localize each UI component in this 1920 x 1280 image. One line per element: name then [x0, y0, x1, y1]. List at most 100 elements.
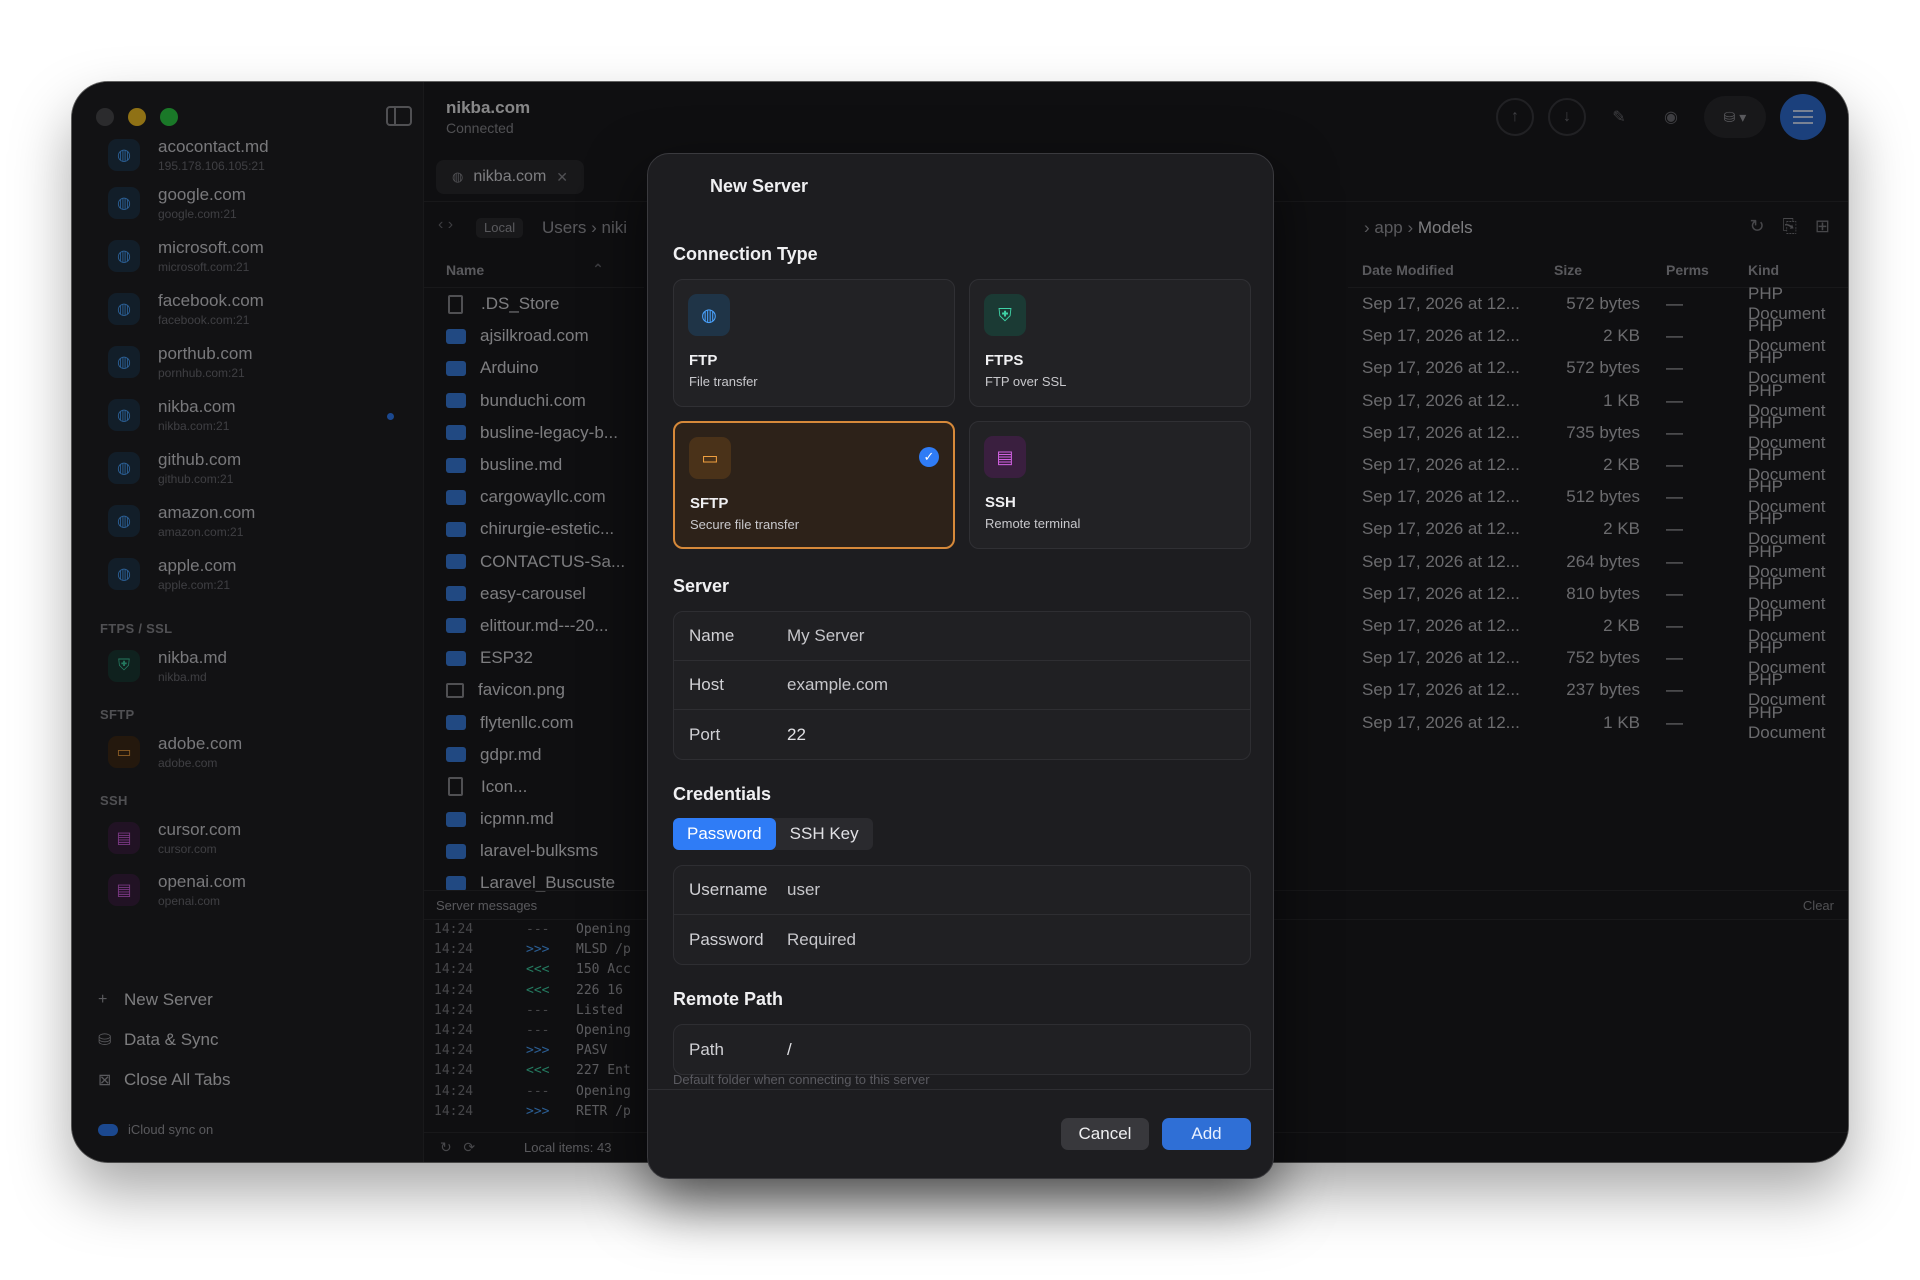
- globe-icon: ◍: [108, 504, 140, 537]
- perms-cell: —: [1666, 583, 1683, 603]
- toolbar: ↑ ↓ ✎ ◉ ⛁ ▾: [1496, 94, 1826, 140]
- nav-arrows-icon[interactable]: ‹ ›: [438, 216, 453, 234]
- eye-icon[interactable]: ◉: [1652, 98, 1690, 136]
- data-sync-button[interactable]: ⛁ Data & Sync: [98, 1020, 230, 1060]
- new-server-button[interactable]: + New Server: [98, 980, 230, 1020]
- tab-nikba[interactable]: ◍ nikba.com ✕: [436, 160, 584, 194]
- server-item-amazon-com[interactable]: ◍ amazon.com amazon.com:21: [72, 494, 424, 547]
- connection-type-ssh[interactable]: ▤ SSH Remote terminal: [969, 421, 1251, 549]
- local-file-row[interactable]: chirurgie-estetic...: [424, 513, 644, 545]
- download-icon[interactable]: ↓: [1548, 98, 1586, 136]
- server-item-apple-com[interactable]: ◍ apple.com apple.com:21: [72, 547, 424, 600]
- port-input[interactable]: 22: [787, 725, 806, 745]
- server-address: microsoft.com:21: [158, 259, 250, 274]
- sidebar-toggle-icon[interactable]: [386, 106, 412, 126]
- local-file-row[interactable]: ESP32: [424, 642, 644, 674]
- close-tab-icon[interactable]: ✕: [556, 169, 568, 186]
- column-header-perms[interactable]: Perms: [1646, 262, 1742, 278]
- local-file-row[interactable]: laravel-bulksms: [424, 835, 644, 867]
- local-file-row[interactable]: CONTACTUS-Sa...: [424, 546, 644, 578]
- local-file-row[interactable]: ajsilkroad.com: [424, 320, 644, 352]
- crumb-models[interactable]: Models: [1418, 218, 1473, 237]
- clear-log-button[interactable]: Clear: [1803, 898, 1834, 913]
- server-item-cursor-com[interactable]: ▤ cursor.com cursor.com: [72, 812, 424, 864]
- cancel-button[interactable]: Cancel: [1061, 1118, 1149, 1150]
- local-file-row[interactable]: favicon.png: [424, 674, 644, 706]
- server-name: openai.com: [158, 872, 246, 891]
- dialog-footer: Cancel Add: [648, 1089, 1273, 1178]
- server-name: nikba.md: [158, 648, 227, 667]
- server-address: nikba.md: [158, 670, 207, 684]
- host-input[interactable]: example.com: [787, 675, 888, 695]
- crumb-app[interactable]: app: [1374, 218, 1402, 237]
- server-item-partial[interactable]: ◍ acocontact.md 195.178.106.105:21: [72, 134, 424, 176]
- server-item-adobe-com[interactable]: ▭ adobe.com adobe.com: [72, 726, 424, 778]
- server-item-nikba-com[interactable]: ◍ nikba.com nikba.com:21: [72, 388, 424, 441]
- server-item-google-com[interactable]: ◍ google.com google.com:21: [72, 176, 424, 229]
- column-header-date[interactable]: Date Modified: [1348, 262, 1534, 278]
- new-file-icon[interactable]: ⎘: [1783, 216, 1797, 237]
- local-file-row[interactable]: Icon...: [424, 771, 644, 803]
- path-input[interactable]: /: [787, 1040, 792, 1060]
- server-item-porthub-com[interactable]: ◍ porthub.com pornhub.com:21: [72, 335, 424, 388]
- log-line: 14:24 --- Listed: [434, 1003, 631, 1023]
- local-breadcrumb[interactable]: Users › niki: [542, 218, 627, 238]
- close-all-tabs-button[interactable]: ⊠ Close All Tabs: [98, 1060, 230, 1100]
- host-row: Host example.com: [674, 661, 1250, 710]
- connection-type-ftps[interactable]: ⛨ FTPS FTP over SSL: [969, 279, 1251, 407]
- remote-breadcrumb[interactable]: › app › Models: [1364, 218, 1473, 238]
- add-button[interactable]: Add: [1162, 1118, 1251, 1150]
- password-input[interactable]: Required: [787, 930, 856, 950]
- local-file-row[interactable]: gdpr.md: [424, 739, 644, 771]
- close-window-button[interactable]: [96, 108, 114, 126]
- remote-file-row[interactable]: Sep 17, 2026 at 12... 1 KB — PHP Document: [1348, 703, 1848, 742]
- server-address: google.com:21: [158, 206, 237, 221]
- local-file-row[interactable]: easy-carousel: [424, 578, 644, 610]
- server-item-openai-com[interactable]: ▤ openai.com openai.com: [72, 864, 424, 916]
- perms-cell: —: [1666, 712, 1683, 732]
- refresh-icon[interactable]: ↻: [1749, 216, 1764, 237]
- upload-icon[interactable]: ↑: [1496, 98, 1534, 136]
- server-item-github-com[interactable]: ◍ github.com github.com:21: [72, 441, 424, 494]
- edit-icon[interactable]: ✎: [1600, 98, 1638, 136]
- local-file-row[interactable]: elittour.md---20...: [424, 610, 644, 642]
- minimize-window-button[interactable]: [128, 108, 146, 126]
- tab-password[interactable]: Password: [673, 818, 776, 850]
- server-address: amazon.com:21: [158, 524, 244, 539]
- column-header-name[interactable]: Name ⌃: [424, 252, 644, 288]
- server-item-nikba-md[interactable]: ⛨ nikba.md nikba.md: [72, 640, 424, 692]
- folder-icon: [446, 360, 466, 376]
- local-file-row[interactable]: busline.md: [424, 449, 644, 481]
- date-cell: Sep 17, 2026 at 12...: [1362, 358, 1520, 378]
- column-header-size[interactable]: Size: [1534, 262, 1646, 278]
- folder-icon: [446, 875, 466, 891]
- local-file-row[interactable]: cargowayllc.com: [424, 481, 644, 513]
- connection-type-sftp[interactable]: ▭ SFTP Secure file transfer ✓: [673, 421, 955, 549]
- local-file-row[interactable]: Arduino: [424, 352, 644, 384]
- local-file-row[interactable]: .DS_Store: [424, 288, 644, 320]
- local-file-row[interactable]: busline-legacy-b...: [424, 417, 644, 449]
- name-input[interactable]: My Server: [787, 626, 864, 646]
- local-file-row[interactable]: Laravel_Buscuste: [424, 867, 644, 892]
- folder-icon: [446, 554, 466, 570]
- local-file-row[interactable]: bunduchi.com: [424, 385, 644, 417]
- server-item-microsoft-com[interactable]: ◍ microsoft.com microsoft.com:21: [72, 229, 424, 282]
- menu-icon[interactable]: [1780, 94, 1826, 140]
- username-input[interactable]: user: [787, 880, 820, 900]
- path-label: Path: [689, 1039, 724, 1059]
- server-item-facebook-com[interactable]: ◍ facebook.com facebook.com:21: [72, 282, 424, 335]
- new-folder-icon[interactable]: ⊞: [1815, 216, 1830, 237]
- sort-chevron-icon: ⌃: [592, 261, 604, 277]
- local-file-row[interactable]: icpmn.md: [424, 803, 644, 835]
- column-header-kind[interactable]: Kind: [1742, 262, 1848, 278]
- server-address: cursor.com: [158, 842, 217, 856]
- drive-menu-icon[interactable]: ⛁ ▾: [1704, 96, 1766, 138]
- zoom-window-button[interactable]: [160, 108, 178, 126]
- local-file-row[interactable]: flytenllc.com: [424, 706, 644, 738]
- size-cell: 2 KB: [1603, 519, 1640, 539]
- sidebar: ◍ acocontact.md 195.178.106.105:21 ◍ goog…: [72, 82, 424, 1162]
- tab-ssh-key[interactable]: SSH Key: [776, 818, 873, 850]
- sync-icon[interactable]: ↻ ⟳: [440, 1139, 475, 1156]
- connection-type-ftp[interactable]: ◍ FTP File transfer: [673, 279, 955, 407]
- globe-icon: ◍: [108, 186, 140, 219]
